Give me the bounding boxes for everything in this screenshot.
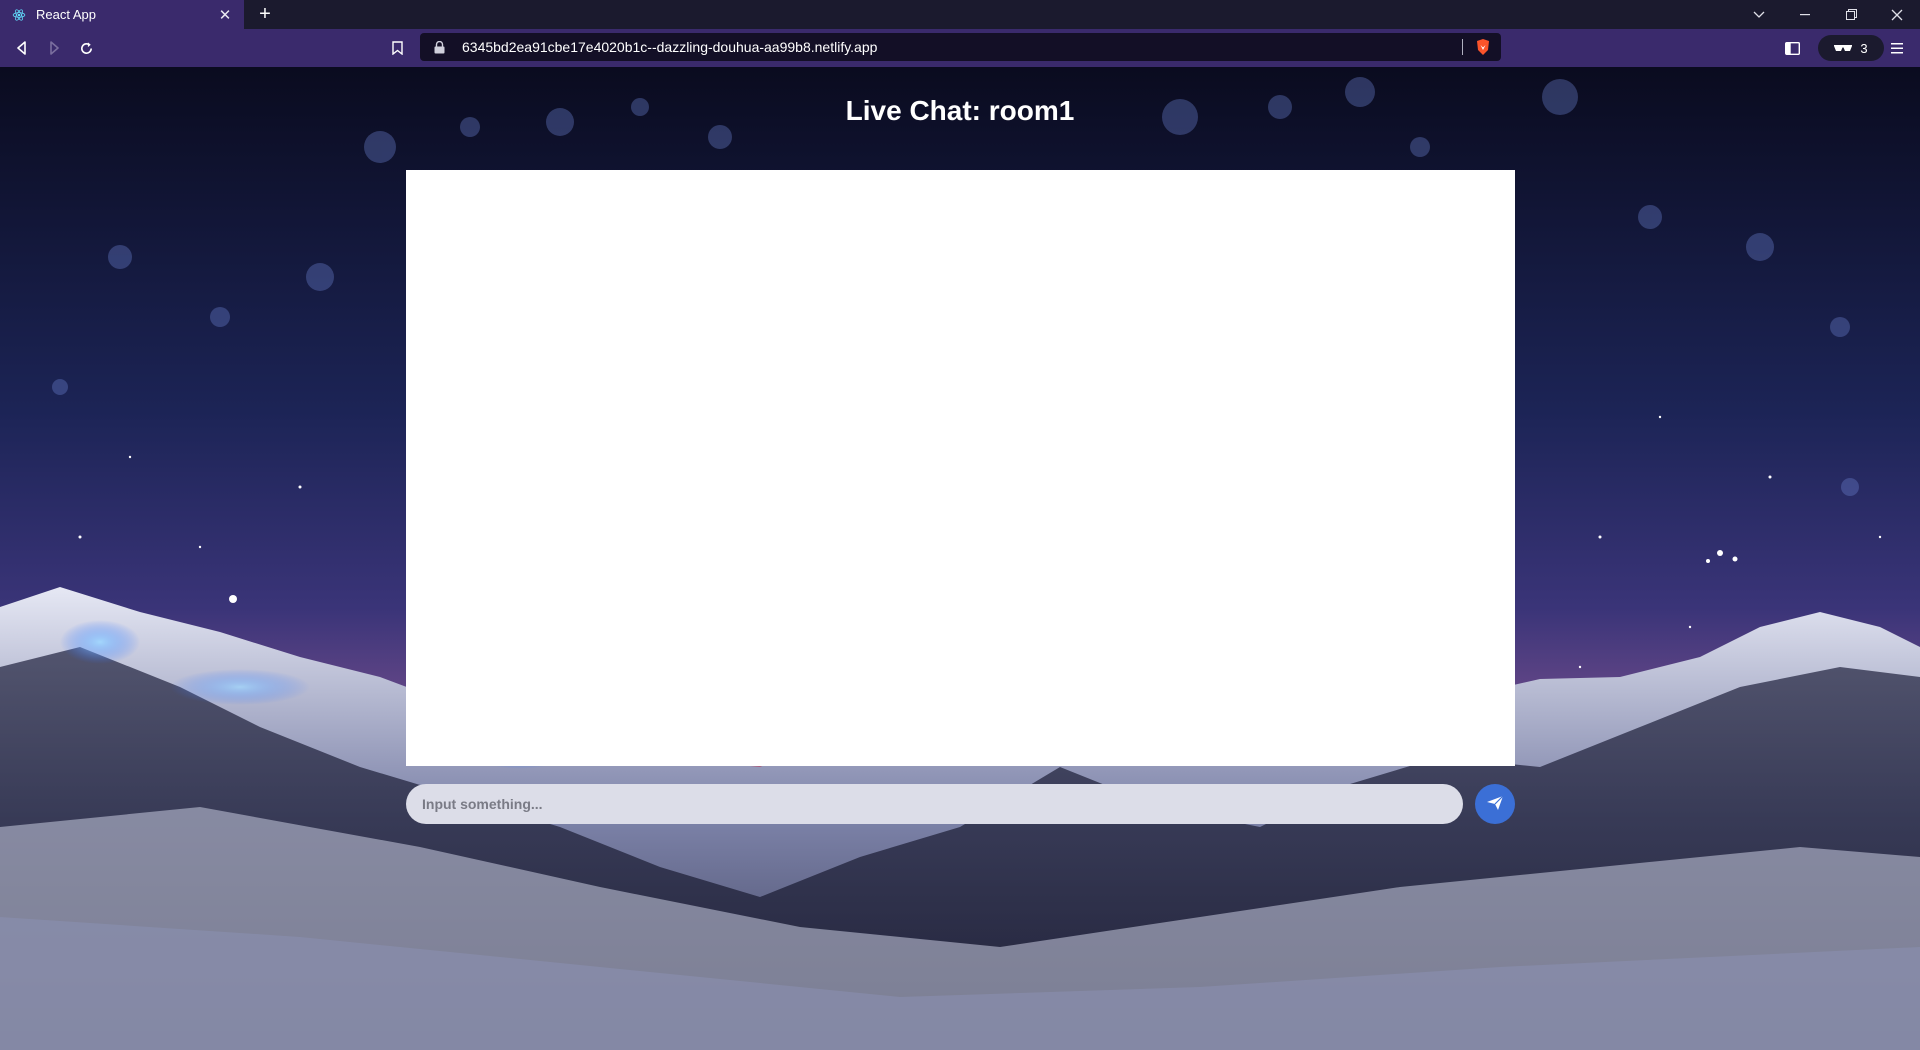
react-logo-icon [12, 8, 26, 22]
chat-room-title: Live Chat: room1 [845, 95, 1075, 126]
message-input[interactable] [406, 784, 1463, 824]
window-controls [1736, 0, 1920, 29]
sunglasses-icon [1834, 41, 1853, 56]
tab-title: React App [36, 7, 96, 22]
close-tab-icon[interactable]: ✕ [216, 6, 234, 24]
lock-icon [434, 40, 448, 54]
browser-tab-strip: React App ✕ + [0, 0, 1920, 29]
address-bar[interactable]: 6345bd2ea91cbe17e4020b1c--dazzling-douhu… [420, 33, 1501, 61]
browser-toolbar: 6345bd2ea91cbe17e4020b1c--dazzling-douhu… [0, 29, 1920, 67]
paper-plane-icon [1486, 795, 1504, 814]
minimize-icon[interactable] [1782, 0, 1828, 29]
address-bar-divider [1462, 39, 1463, 55]
close-window-icon[interactable] [1874, 0, 1920, 29]
reload-icon[interactable] [70, 32, 102, 64]
chat-messages-panel [406, 170, 1515, 766]
restore-icon[interactable] [1828, 0, 1874, 29]
forward-icon[interactable] [38, 32, 70, 64]
brave-shield-icon[interactable] [1473, 37, 1493, 57]
web-page: Live Chat: room1 [0, 67, 1920, 1050]
brave-rewards-button[interactable]: 3 [1818, 35, 1884, 61]
back-icon[interactable] [6, 32, 38, 64]
new-tab-button[interactable]: + [250, 0, 280, 29]
hamburger-menu-icon[interactable] [1881, 32, 1913, 64]
bookmark-icon[interactable] [381, 32, 413, 64]
rewards-count: 3 [1860, 40, 1868, 56]
browser-tab[interactable]: React App ✕ [0, 0, 244, 29]
sidebar-toggle-icon[interactable] [1776, 32, 1808, 64]
tab-search-chevron-icon[interactable] [1736, 0, 1782, 29]
send-button[interactable] [1475, 784, 1515, 824]
url-text: 6345bd2ea91cbe17e4020b1c--dazzling-douhu… [462, 39, 878, 55]
